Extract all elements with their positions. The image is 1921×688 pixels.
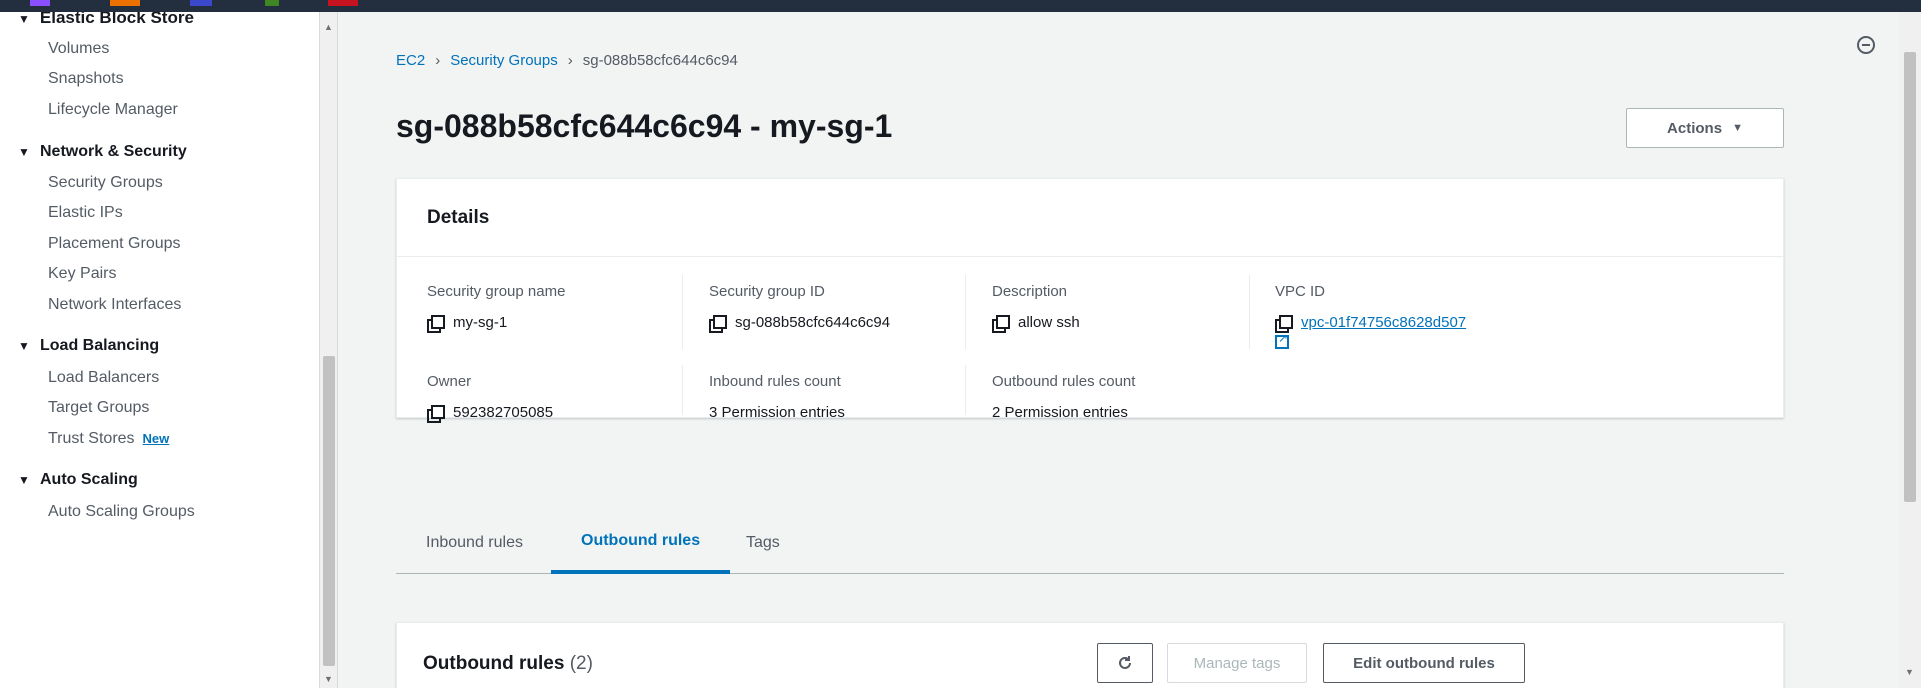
copy-icon[interactable]	[709, 315, 727, 333]
sidebar-item-trust-stores[interactable]: Trust Stores New	[48, 430, 169, 448]
page-scroll-thumb[interactable]	[1904, 52, 1916, 502]
tab-tags[interactable]: Tags	[716, 512, 810, 574]
field-value: my-sg-1	[453, 314, 508, 331]
field-description: Description allow ssh	[992, 283, 1322, 333]
external-link-icon[interactable]	[1275, 331, 1525, 354]
panel-title: Outbound rules	[423, 653, 565, 674]
field-inbound-rules-count: Inbound rules count 3 Permission entries	[709, 373, 1039, 421]
side-navigation: ▼ Elastic Block Store Volumes Snapshots L…	[0, 12, 320, 688]
outbound-rules-heading: Outbound rules (2)	[423, 653, 593, 675]
outbound-rules-panel: Outbound rules (2) Manage tags Edit outb…	[396, 622, 1784, 688]
main-content: EC2 › Security Groups › sg-088b58cfc644c6c94…	[338, 12, 1878, 688]
field-value: sg-088b58cfc644c6c94	[735, 314, 891, 331]
sidebar-section-network-security[interactable]: ▼ Network & Security	[18, 143, 187, 161]
console-top-bar	[0, 0, 1921, 12]
sidebar-section-label: Load Balancing	[40, 337, 160, 354]
service-shortcut-1[interactable]	[30, 0, 50, 6]
tab-outbound-rules[interactable]: Outbound rules	[551, 512, 731, 574]
field-value: 592382705085	[453, 404, 554, 421]
details-heading: Details	[397, 179, 1783, 257]
field-security-group-name: Security group name my-sg-1	[427, 283, 757, 333]
sidebar-section-elastic-block-store[interactable]: ▼ Elastic Block Store	[18, 12, 194, 28]
sidebar-section-load-balancing[interactable]: ▼ Load Balancing	[18, 337, 159, 355]
sidebar-section-label: Elastic Block Store	[39, 12, 194, 27]
field-label: Inbound rules count	[709, 373, 841, 390]
field-label: Description	[992, 283, 1068, 300]
actions-label: Actions	[1667, 119, 1723, 137]
breadcrumb-current: sg-088b58cfc644c6c94	[582, 52, 738, 69]
chevron-right-icon: ›	[567, 52, 573, 69]
refresh-button[interactable]	[1097, 643, 1153, 683]
copy-icon[interactable]	[427, 315, 445, 333]
field-label: VPC ID	[1275, 283, 1326, 300]
tab-inbound-rules[interactable]: Inbound rules	[396, 512, 553, 574]
service-shortcut-4[interactable]	[265, 0, 279, 6]
sidebar-section-auto-scaling[interactable]: ▼ Auto Scaling	[18, 471, 138, 489]
sidebar-item-key-pairs[interactable]: Key Pairs	[48, 265, 116, 283]
sidebar-item-load-balancers[interactable]: Load Balancers	[48, 369, 159, 387]
sidebar-section-label: Network & Security	[40, 143, 187, 160]
field-outbound-rules-count: Outbound rules count 2 Permission entrie…	[992, 373, 1322, 421]
sidebar-item-volumes[interactable]: Volumes	[48, 40, 109, 58]
field-owner: Owner 592382705085	[427, 373, 757, 423]
sidebar-item-lifecycle-manager[interactable]: Lifecycle Manager	[48, 101, 178, 119]
page-scrollbar[interactable]: ▼	[1899, 12, 1921, 688]
sidebar-scrollbar[interactable]: ▲ ▼	[320, 12, 338, 688]
manage-tags-button[interactable]: Manage tags	[1167, 643, 1307, 683]
new-badge: New	[142, 431, 170, 446]
scroll-down-arrow-icon[interactable]: ▼	[324, 674, 333, 684]
field-label: Security group name	[427, 283, 566, 300]
column-divider	[682, 275, 683, 349]
sidebar-scroll-thumb[interactable]	[323, 356, 335, 666]
caret-down-icon: ▼	[1732, 122, 1743, 134]
tab-bar: Inbound rules Outbound rules Tags	[396, 512, 1784, 574]
caret-down-icon: ▼	[18, 473, 30, 487]
sidebar-item-target-groups[interactable]: Target Groups	[48, 399, 149, 417]
field-value: 2 Permission entries	[992, 404, 1128, 421]
sidebar-item-snapshots[interactable]: Snapshots	[48, 70, 124, 88]
field-value: allow ssh	[1018, 314, 1080, 331]
field-security-group-id: Security group ID sg-088b58cfc644c6c94	[709, 283, 1039, 333]
scroll-up-arrow-icon[interactable]: ▲	[324, 22, 333, 32]
field-label: Security group ID	[709, 283, 825, 300]
sidebar-item-elastic-ips[interactable]: Elastic IPs	[48, 204, 123, 222]
service-shortcut-2[interactable]	[110, 0, 140, 6]
rules-count: (2)	[569, 653, 593, 674]
column-divider	[965, 365, 966, 415]
field-vpc-id: VPC ID vpc-01f74756c8628d507	[1275, 283, 1525, 354]
details-panel: Details Security group name my-sg-1 Secu…	[396, 178, 1784, 423]
breadcrumb-security-groups[interactable]: Security Groups	[450, 52, 558, 69]
caret-down-icon: ▼	[18, 145, 30, 159]
sidebar-item-placement-groups[interactable]: Placement Groups	[48, 235, 181, 253]
column-divider	[965, 275, 966, 349]
sidebar-section-label: Auto Scaling	[40, 471, 138, 488]
sidebar-item-auto-scaling-groups[interactable]: Auto Scaling Groups	[48, 503, 195, 521]
field-label: Owner	[427, 373, 472, 390]
sidebar-item-network-interfaces[interactable]: Network Interfaces	[48, 296, 181, 314]
field-value: 3 Permission entries	[709, 404, 845, 421]
page-title: sg-088b58cfc644c6c94 - my-sg-1	[396, 108, 893, 144]
scroll-down-arrow-icon[interactable]: ▼	[1905, 667, 1914, 677]
caret-down-icon: ▼	[18, 339, 30, 353]
service-shortcut-5[interactable]	[328, 0, 358, 6]
breadcrumb: EC2 › Security Groups › sg-088b58cfc644c6c94	[396, 52, 738, 69]
column-divider	[682, 365, 683, 415]
refresh-icon	[1119, 656, 1131, 669]
sidebar-item-security-groups[interactable]: Security Groups	[48, 174, 163, 192]
copy-icon[interactable]	[1275, 315, 1293, 333]
chevron-right-icon: ›	[435, 52, 441, 69]
breadcrumb-ec2[interactable]: EC2	[396, 52, 425, 69]
column-divider	[1249, 275, 1250, 349]
actions-button[interactable]: Actions ▼	[1626, 108, 1784, 148]
service-shortcut-3[interactable]	[190, 0, 212, 6]
edit-outbound-rules-button[interactable]: Edit outbound rules	[1323, 643, 1525, 683]
sidebar-item-label: Trust Stores	[48, 430, 135, 447]
vpc-id-link[interactable]: vpc-01f74756c8628d507	[1301, 314, 1466, 331]
collapse-panel-icon[interactable]	[1857, 36, 1875, 54]
copy-icon[interactable]	[992, 315, 1010, 333]
field-label: Outbound rules count	[992, 373, 1136, 390]
copy-icon[interactable]	[427, 405, 445, 423]
